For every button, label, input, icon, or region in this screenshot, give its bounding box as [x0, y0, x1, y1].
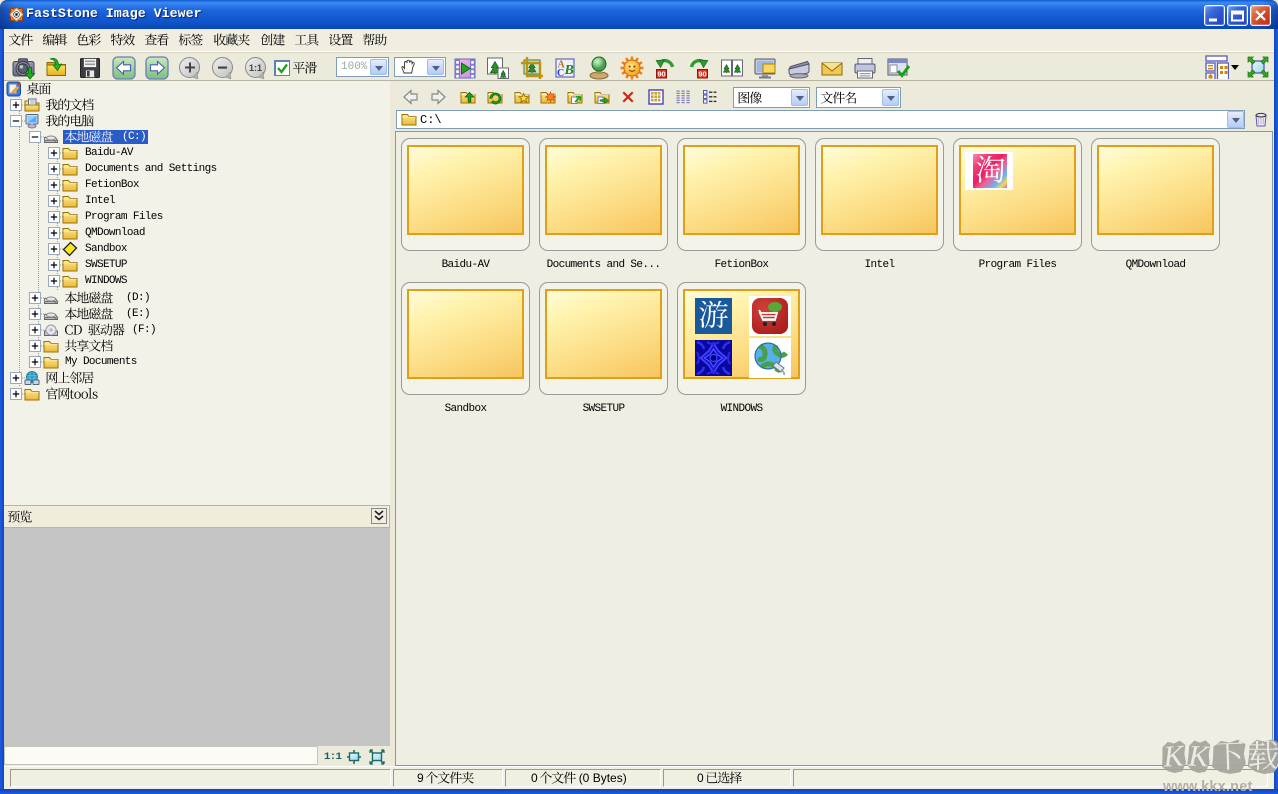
- svg-text:C: C: [557, 68, 564, 79]
- svg-text:B: B: [564, 63, 574, 78]
- svg-text:1:1: 1:1: [249, 63, 262, 73]
- svg-text:90: 90: [657, 70, 665, 79]
- svg-text:90: 90: [698, 70, 706, 79]
